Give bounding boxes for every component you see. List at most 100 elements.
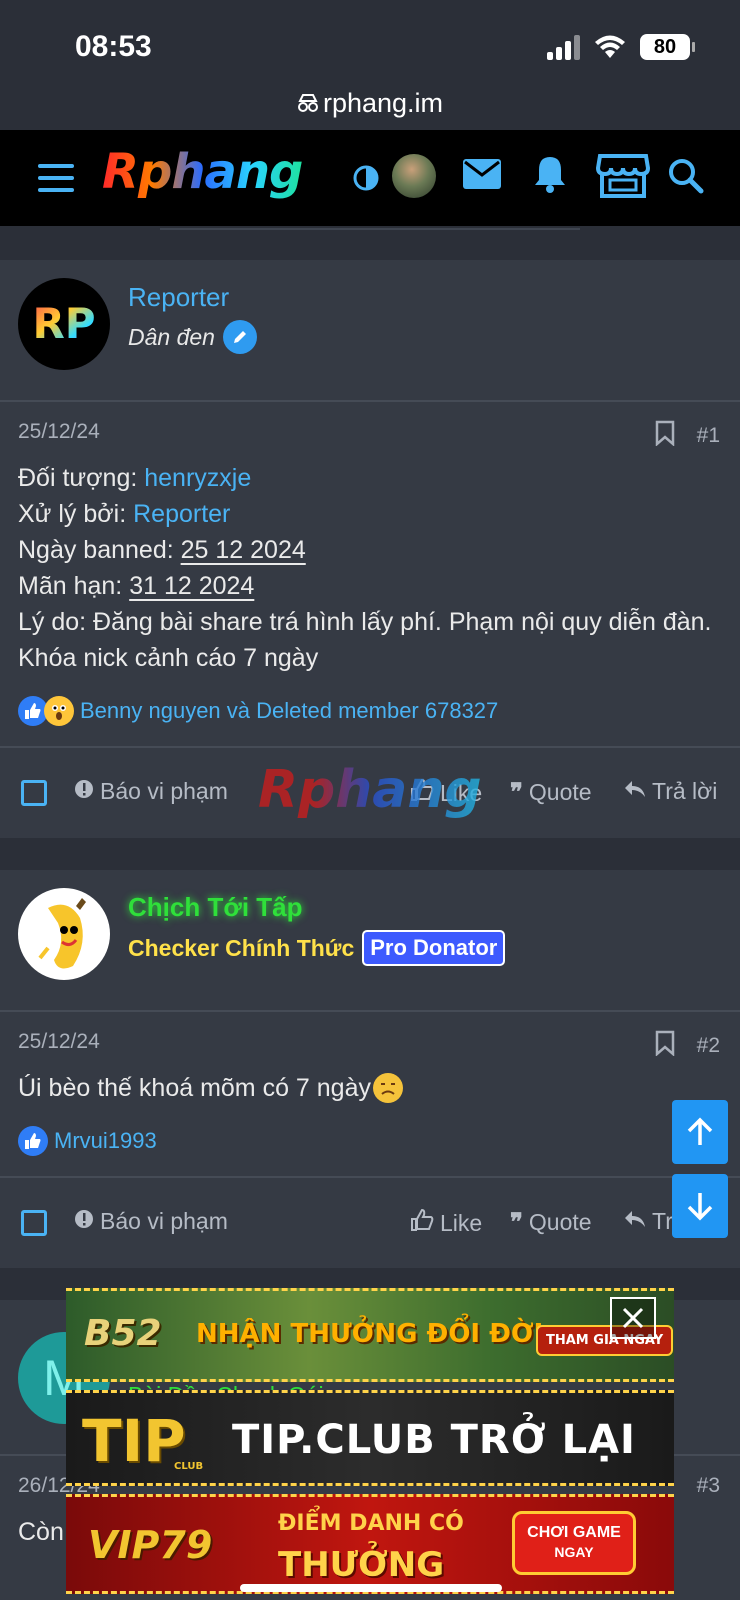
quote-icon: ❞ <box>510 1209 523 1236</box>
svg-text:RP: RP <box>32 299 95 348</box>
ad-headline-top: ĐIỂM DANH CÓ <box>278 1511 464 1536</box>
ad-banner-vip79[interactable]: VIP79 ĐIỂM DANH CÓ THƯỞNG CHƠI GAME NGAY <box>66 1494 674 1594</box>
battery-indicator: 80 <box>640 34 695 60</box>
menu-icon[interactable] <box>38 164 74 200</box>
author-avatar[interactable]: RP <box>18 278 110 370</box>
target-user-link[interactable]: henryzxje <box>144 464 251 492</box>
quote-button[interactable]: ❞ Quote <box>510 778 592 807</box>
post-meta: #1 <box>655 420 720 452</box>
post-actions: Báo vi phạm Like ❞ Quote Trả lời <box>0 1176 740 1268</box>
post-separator <box>0 852 740 870</box>
author-name[interactable]: Reporter <box>128 282 229 313</box>
post-date[interactable]: 25/12/24 <box>18 1030 722 1054</box>
reaction-users[interactable]: Benny nguyen và Deleted member 678327 <box>80 698 498 724</box>
post-body: 25/12/24 #2 Úi bèo thế khoá mõm có 7 ngà… <box>0 1012 740 1158</box>
post-1: RP Reporter Dân đen 25/12/24 #1 Đối tượn… <box>0 260 740 838</box>
reply-button[interactable]: Trả lời <box>624 778 717 805</box>
like-reaction-icon <box>18 1126 48 1156</box>
ad-brand-sub: CLUB <box>174 1461 204 1472</box>
ad-cta-top: CHƠI GAME <box>527 1524 621 1541</box>
post-text: Úi bèo thế khoá mõm có 7 ngày <box>18 1074 371 1102</box>
reactions-bar[interactable]: Mrvui1993 <box>18 1124 722 1158</box>
arrow-up-icon <box>687 1117 713 1145</box>
post-body: 25/12/24 #1 Đối tượng: henryzxje Xử lý b… <box>0 402 740 728</box>
handler-user-link[interactable]: Reporter <box>133 500 230 528</box>
mail-icon[interactable] <box>462 158 502 195</box>
like-button[interactable]: Like <box>410 1208 482 1238</box>
theme-toggle-icon[interactable] <box>352 164 380 197</box>
ad-banner-b52[interactable]: B52 NHẬN THƯỞNG ĐỔI ĐỜI THAM GIA NGAY <box>66 1288 674 1382</box>
site-logo[interactable]: Rphang <box>102 144 303 200</box>
ad-headline: TIP.CLUB TRỞ LẠI <box>232 1417 636 1463</box>
reactions-bar[interactable]: Benny nguyen và Deleted member 678327 <box>18 694 722 728</box>
quote-button[interactable]: ❞ Quote <box>510 1208 592 1237</box>
report-button[interactable]: Báo vi phạm <box>74 1208 228 1235</box>
bookmark-icon[interactable] <box>655 420 675 452</box>
sad-emoji-icon <box>372 1073 403 1103</box>
bookmark-icon[interactable] <box>655 1030 675 1062</box>
post-author-header: RP Reporter Dân đen <box>0 260 740 402</box>
author-title: Dân đen <box>128 320 257 354</box>
watermark-logo: Rphang <box>258 760 482 820</box>
author-title-text: Checker Chính Thức <box>128 934 355 961</box>
banned-date-label: Ngày banned: <box>18 536 181 564</box>
author-title-text: Dân đen <box>128 323 215 350</box>
quote-label: Quote <box>528 779 592 805</box>
search-icon[interactable] <box>668 158 704 199</box>
close-icon <box>622 1307 644 1329</box>
store-icon[interactable] <box>595 152 651 205</box>
reply-label: Trả lời <box>652 778 718 804</box>
banned-date: 25 12 2024 <box>180 536 306 564</box>
post-number[interactable]: #3 <box>697 1474 720 1498</box>
signal-icon <box>547 34 580 60</box>
reaction-users[interactable]: Mrvui1993 <box>54 1128 157 1154</box>
ad-banner-tipclub[interactable]: TIP CLUB TIP.CLUB TRỞ LẠI <box>66 1390 674 1486</box>
reason-text: Lý do: Đăng bài share trá hình lấy phí. … <box>18 608 712 672</box>
url-text: rphang.im <box>322 88 444 118</box>
author-title: Checker Chính Thức Pro Donator <box>128 930 506 966</box>
expiry-date: 31 12 2024 <box>129 572 255 600</box>
pro-donator-badge: Pro Donator <box>362 930 506 966</box>
verified-pen-icon <box>222 320 257 354</box>
reply-icon <box>624 778 646 805</box>
site-header: Rphang <box>0 130 740 226</box>
ad-cta-button[interactable]: CHƠI GAME NGAY <box>512 1511 636 1575</box>
quote-label: Quote <box>528 1209 592 1235</box>
ad-brand: VIP79 <box>88 1523 213 1567</box>
handler-label: Xử lý bởi: <box>18 500 134 528</box>
wow-reaction-icon <box>44 696 74 726</box>
status-time: 08:53 <box>75 30 152 63</box>
post-2: Chịch Tới Tấp Checker Chính Thức Pro Don… <box>0 870 740 1268</box>
user-avatar[interactable] <box>392 154 436 198</box>
post-date[interactable]: 25/12/24 <box>18 420 722 444</box>
author-name[interactable]: Chịch Tới Tấp <box>128 892 302 923</box>
ad-brand: B52 <box>84 1313 162 1354</box>
alert-icon <box>74 1208 94 1235</box>
select-checkbox[interactable] <box>21 1210 47 1236</box>
url-bar[interactable]: rphang.im <box>0 80 740 130</box>
post-meta: #2 <box>655 1030 720 1062</box>
report-button[interactable]: Báo vi phạm <box>74 778 228 805</box>
select-checkbox[interactable] <box>21 780 47 806</box>
post-content: Đối tượng: henryzxje Xử lý bởi: Reporter… <box>18 460 722 676</box>
notification-bell-icon[interactable] <box>532 154 568 199</box>
close-ad-button[interactable] <box>610 1297 656 1339</box>
reply-icon <box>624 1208 646 1235</box>
ad-cta-bottom: NGAY <box>554 1544 594 1560</box>
scroll-top-button[interactable] <box>672 1100 728 1164</box>
status-icons: 80 <box>547 34 695 60</box>
post-meta: #3 <box>697 1474 720 1498</box>
incognito-icon <box>297 82 319 128</box>
post-content: Úi bèo thế khoá mõm có 7 ngày <box>18 1070 722 1106</box>
post-text: Còn <box>18 1518 64 1546</box>
ad-brand: TIP <box>82 1407 186 1475</box>
scroll-bottom-button[interactable] <box>672 1174 728 1238</box>
report-label: Báo vi phạm <box>100 778 228 804</box>
thumbs-up-icon <box>410 1208 434 1238</box>
author-avatar[interactable] <box>18 888 110 980</box>
expiry-label: Mãn hạn: <box>18 572 130 600</box>
post-number[interactable]: #2 <box>697 1034 720 1058</box>
home-indicator[interactable] <box>240 1584 502 1592</box>
post-number[interactable]: #1 <box>697 424 720 448</box>
arrow-down-icon <box>687 1193 713 1221</box>
